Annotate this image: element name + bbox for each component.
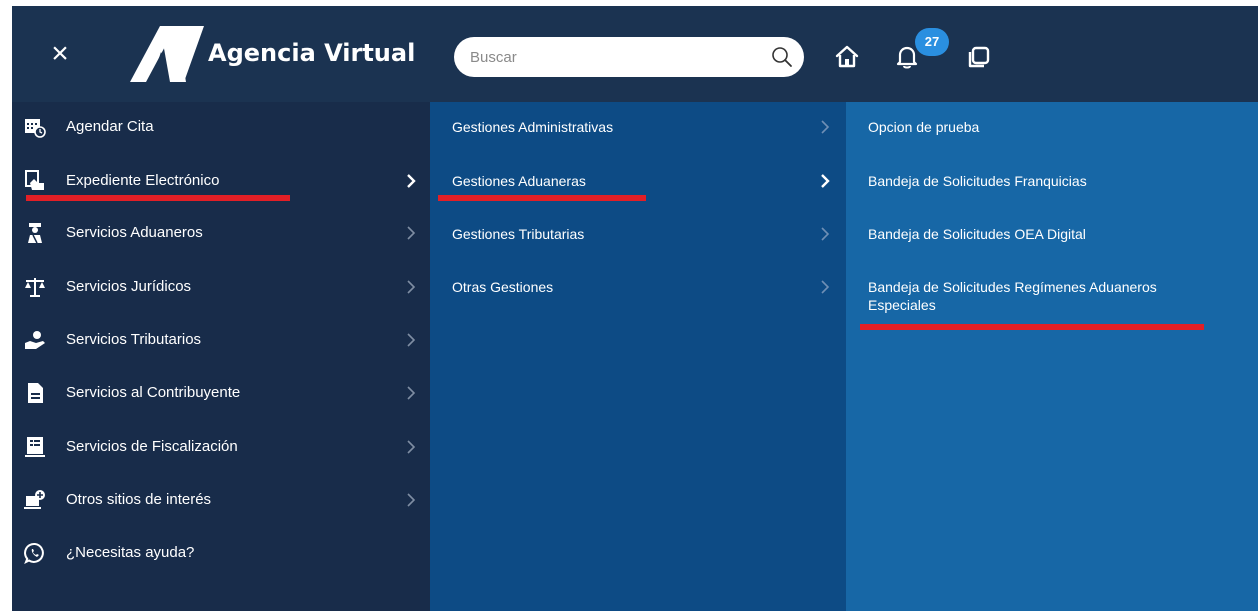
submenu-item-otras-gestiones[interactable]: Otras Gestiones — [430, 262, 846, 312]
subsubmenu-item-label: Opcion de prueba — [868, 119, 980, 135]
windows-icon[interactable] — [966, 44, 992, 70]
close-menu-icon[interactable]: × — [42, 36, 78, 72]
app-title: Agencia Virtual — [208, 39, 416, 67]
calendar-clock-icon — [25, 119, 46, 138]
customs-officer-icon — [28, 223, 42, 244]
chevron-right-icon — [407, 440, 416, 454]
highlight-underline — [860, 324, 1204, 330]
menu-item-servicios-al-contribuyente[interactable]: Servicios al Contribuyente — [12, 368, 430, 418]
subsubmenu-item-bandeja-oea-digital[interactable]: Bandeja de Solicitudes OEA Digital — [846, 209, 1258, 259]
submenu-item-label: Gestiones Administrativas — [452, 119, 614, 135]
subsubmenu-item-label: Bandeja de Solicitudes OEA Digital — [868, 226, 1086, 242]
subsubmenu-panel: Opcion de prueba Bandeja de Solicitudes … — [846, 102, 1258, 611]
top-bar: × Agencia Virtual 27 — [12, 6, 1258, 102]
menu-item-servicios-de-fiscalizacion[interactable]: Servicios de Fiscalización — [12, 422, 430, 472]
search-icon[interactable] — [770, 45, 794, 69]
hand-coin-icon — [25, 331, 45, 349]
chevron-right-icon — [407, 226, 416, 240]
submenu-item-gestiones-administrativas[interactable]: Gestiones Administrativas — [430, 102, 846, 152]
main-menu: Agendar Cita Expediente Electrónico Serv… — [12, 102, 430, 611]
submenu-item-gestiones-tributarias[interactable]: Gestiones Tributarias — [430, 209, 846, 259]
menu-item-servicios-tributarios[interactable]: Servicios Tributarios — [12, 315, 430, 365]
chevron-right-icon — [407, 386, 416, 400]
menu-item-label: Expediente Electrónico — [66, 172, 220, 189]
subsubmenu-item-bandeja-regimenes-aduaneros-especiales[interactable]: Bandeja de Solicitudes Regímenes Aduaner… — [846, 262, 1258, 328]
menu-item-servicios-juridicos[interactable]: Servicios Jurídicos — [12, 262, 430, 312]
home-icon[interactable] — [834, 44, 860, 70]
notification-count-badge: 27 — [915, 28, 949, 56]
chevron-right-icon — [407, 493, 416, 507]
menu-item-label: Agendar Cita — [66, 118, 154, 135]
submenu-item-label: Otras Gestiones — [452, 279, 554, 295]
submenu-item-label: Gestiones Aduaneras — [452, 173, 586, 189]
menu-item-label: Servicios Jurídicos — [66, 278, 192, 295]
chevron-right-icon — [821, 120, 830, 134]
highlight-underline — [438, 195, 646, 201]
menu-item-servicios-aduaneros[interactable]: Servicios Aduaneros — [12, 208, 430, 258]
search-box[interactable] — [454, 37, 804, 77]
submenu-panel: Gestiones Administrativas Gestiones Adua… — [430, 102, 846, 611]
list-report-icon — [25, 437, 45, 457]
chevron-right-icon — [407, 333, 416, 347]
scales-icon — [25, 278, 45, 297]
menu-item-label: Servicios Tributarios — [66, 331, 202, 348]
menu-item-agendar-cita[interactable]: Agendar Cita — [12, 102, 430, 152]
highlight-underline — [26, 195, 290, 201]
subsubmenu-item-opcion-de-prueba[interactable]: Opcion de prueba — [846, 102, 1258, 152]
app-window: × Agencia Virtual 27 — [12, 6, 1258, 611]
computer-add-icon — [24, 490, 45, 509]
menu-item-label: Servicios al Contribuyente — [66, 384, 241, 401]
menu-item-label: Otros sitios de interés — [66, 491, 212, 508]
chevron-right-icon — [821, 227, 830, 241]
menu-item-otros-sitios-de-interes[interactable]: Otros sitios de interés — [12, 475, 430, 525]
subsubmenu-item-label: Bandeja de Solicitudes Regímenes Aduaner… — [868, 279, 1157, 313]
search-input[interactable] — [470, 43, 750, 71]
chevron-right-icon — [821, 174, 830, 188]
chevron-right-icon — [407, 174, 416, 188]
subsubmenu-item-label: Bandeja de Solicitudes Franquicias — [868, 173, 1087, 189]
menu-item-necesitas-ayuda[interactable]: ¿Necesitas ayuda? — [12, 528, 430, 578]
menu-item-label: ¿Necesitas ayuda? — [66, 544, 195, 561]
chevron-right-icon — [407, 280, 416, 294]
menu-item-label: Servicios de Fiscalización — [66, 438, 238, 455]
submenu-item-label: Gestiones Tributarias — [452, 226, 585, 242]
subsubmenu-item-bandeja-franquicias[interactable]: Bandeja de Solicitudes Franquicias — [846, 156, 1258, 206]
menu-item-label: Servicios Aduaneros — [66, 224, 203, 241]
whatsapp-icon — [24, 542, 44, 564]
document-icon — [28, 383, 43, 403]
chevron-right-icon — [821, 280, 830, 294]
hand-document-icon — [25, 170, 44, 190]
agencia-virtual-logo — [130, 26, 204, 82]
